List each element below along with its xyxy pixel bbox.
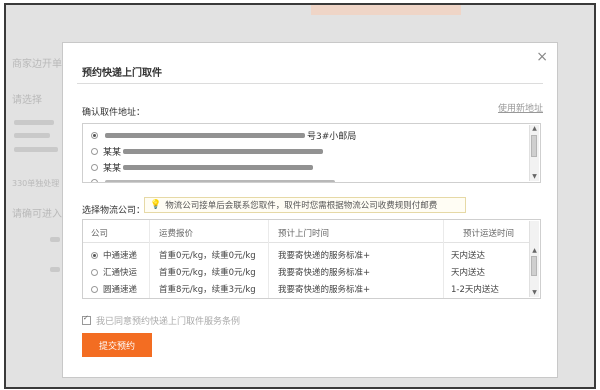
company-name: 汇通快运 — [103, 268, 138, 278]
scroll-up-icon[interactable]: ▲ — [530, 247, 539, 255]
table-row[interactable]: 汇通快运 首重0元/kg，续重0元/kg 我要寄快递的服务标准+ 天内送达 — [83, 262, 529, 279]
table-row[interactable]: 圆通速递 首重8元/kg，续重3元/kg 我要寄快递的服务标准+ 1-2天内送达 — [83, 279, 529, 296]
agree-checkbox[interactable] — [82, 314, 91, 325]
delivery-time: 天内送达 — [451, 251, 486, 261]
background-blur — [50, 237, 60, 242]
background-text: 请确可进入 — [12, 209, 62, 220]
scroll-down-icon[interactable]: ▼ — [530, 289, 539, 297]
redacted-address — [105, 132, 305, 138]
address-label: 确认取件地址： — [82, 108, 146, 118]
pickup-modal: × 预约快递上门取件 确认取件地址： 使用新地址 号3#小邮局 某某 某某 ▲ … — [62, 42, 558, 378]
pickup-time: 我要寄快递的服务标准+ — [278, 251, 371, 261]
background-banner — [311, 5, 461, 15]
use-new-address-link[interactable]: 使用新地址 — [498, 101, 543, 114]
table-row[interactable]: 中通速递 首重0元/kg，续重0元/kg 我要寄快递的服务标准+ 天内送达 — [83, 245, 529, 262]
choose-company-label: 选择物流公司： — [82, 206, 146, 216]
tip-box: 💡 物流公司接单后会联系您取件，取件时您需根据物流公司收费规则付邮费 — [144, 197, 466, 213]
address-option[interactable]: 某某 — [91, 161, 315, 174]
agree-terms[interactable]: 我已同意预约快递上门取件服务条例 — [82, 314, 240, 327]
scroll-thumb[interactable] — [531, 135, 537, 157]
tip-text: 物流公司接单后会联系您取件，取件时您需根据物流公司收费规则付邮费 — [165, 201, 438, 211]
scroll-up-icon[interactable]: ▲ — [530, 125, 539, 133]
radio[interactable] — [91, 147, 98, 155]
close-icon[interactable]: × — [536, 49, 548, 65]
pickup-time: 我要寄快递的服务标准+ — [278, 285, 371, 295]
background-blur — [14, 133, 50, 138]
redacted-address — [105, 179, 335, 182]
radio-selected[interactable] — [91, 131, 98, 139]
address-name: 某某 — [103, 147, 122, 158]
redacted-address — [123, 164, 314, 170]
submit-button[interactable]: 提交预约 — [82, 333, 152, 357]
address-option[interactable]: 某某 — [91, 145, 325, 158]
address-option[interactable]: 号3#小邮局 — [91, 129, 357, 142]
background-blur — [50, 267, 60, 272]
divider — [77, 83, 543, 84]
radio-selected[interactable] — [91, 251, 98, 259]
address-scrollbar[interactable]: ▲ ▼ — [529, 125, 539, 181]
lightbulb-icon: 💡 — [150, 200, 162, 210]
company-name: 中通速递 — [103, 251, 138, 261]
radio[interactable] — [91, 268, 98, 276]
address-list: 号3#小邮局 某某 某某 ▲ ▼ — [82, 123, 541, 183]
background-blur — [14, 147, 58, 152]
background-text: 商家边开单 — [12, 59, 62, 70]
background-text: 请选择 — [12, 95, 42, 106]
agree-text: 我已同意预约快递上门取件服务条例 — [96, 317, 241, 327]
column-header: 预计运送时间 — [463, 229, 515, 239]
modal-title: 预约快递上门取件 — [82, 68, 162, 79]
price: 首重0元/kg，续重0元/kg — [159, 251, 256, 261]
column-header: 预计上门时间 — [278, 229, 330, 239]
radio[interactable] — [91, 163, 98, 171]
address-tail: 号3#小邮局 — [307, 131, 357, 142]
redacted-address — [123, 148, 324, 154]
address-name: 某某 — [103, 163, 122, 174]
screenshot-frame: 商家边开单 请选择 330单独处理 请确可进入 × 预约快递上门取件 确认取件地… — [4, 3, 596, 389]
radio[interactable] — [91, 285, 98, 293]
delivery-time: 1-2天内送达 — [451, 285, 499, 295]
table-scrollbar[interactable]: ▲ ▼ — [529, 221, 539, 297]
scroll-thumb[interactable] — [531, 256, 537, 276]
column-header: 公司 — [91, 229, 109, 239]
company-name: 圆通速递 — [103, 285, 138, 295]
price: 首重8元/kg，续重3元/kg — [159, 285, 256, 295]
column-header: 运费报价 — [159, 229, 194, 239]
background-blur — [14, 120, 54, 125]
radio — [91, 178, 98, 182]
background-text: 330单独处理 — [12, 179, 60, 188]
price: 首重0元/kg，续重0元/kg — [159, 268, 256, 278]
scroll-down-icon[interactable]: ▼ — [530, 173, 539, 181]
address-option-partial — [91, 176, 337, 182]
delivery-time: 天内送达 — [451, 268, 486, 278]
company-table: 公司 运费报价 预计上门时间 预计运送时间 中通速递 首重0元/kg，续重0元/… — [82, 219, 541, 299]
pickup-time: 我要寄快递的服务标准+ — [278, 268, 371, 278]
